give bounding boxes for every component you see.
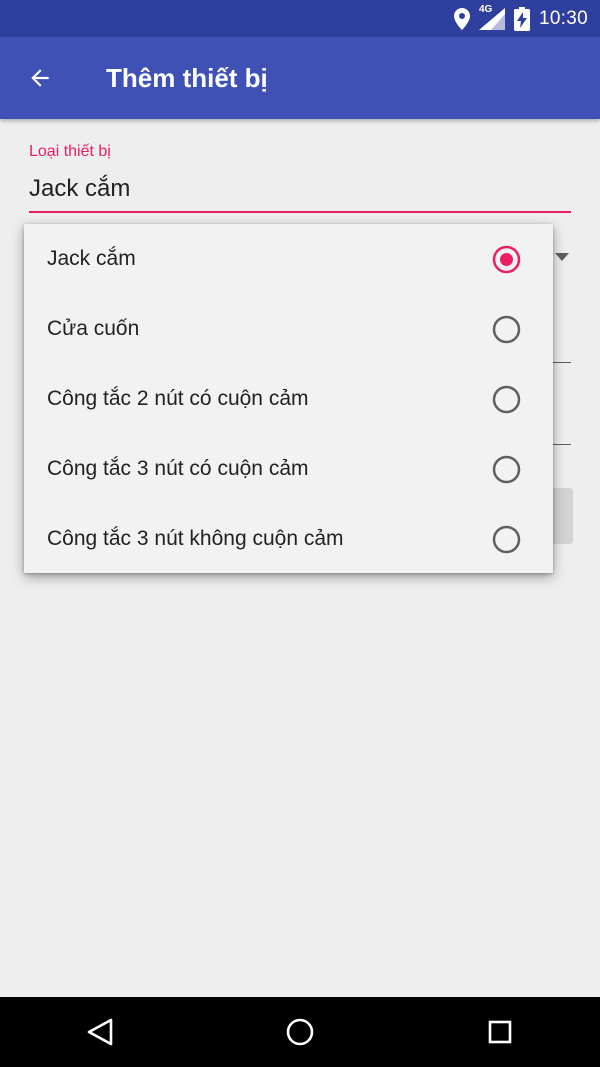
network-type-label: 4G xyxy=(478,3,493,15)
radio-checked-icon[interactable] xyxy=(492,245,521,274)
option-label: Công tắc 2 nút có cuộn cảm xyxy=(47,387,309,410)
arrow-back-icon xyxy=(31,69,49,87)
page-title: Thêm thiết bị xyxy=(106,63,268,93)
device-type-field[interactable]: Jack cắm xyxy=(29,175,130,203)
status-bar: 4G 10:30 xyxy=(0,0,600,37)
dropdown-option-cong-tac-3-nut-khong[interactable]: Công tắc 3 nút không cuộn cảm xyxy=(24,504,553,574)
navigation-bar xyxy=(0,997,600,1067)
option-label: Jack cắm xyxy=(47,247,136,270)
back-triangle-icon xyxy=(87,1018,113,1046)
back-button[interactable] xyxy=(16,54,64,102)
device-type-underline xyxy=(29,211,571,213)
nav-back-button[interactable] xyxy=(55,1002,145,1062)
device-type-dropdown: Jack cắm Cửa cuốn Công tắc 2 nút có cuộn… xyxy=(24,224,553,573)
device-type-label: Loại thiết bị xyxy=(29,143,111,160)
status-time: 10:30 xyxy=(538,7,588,29)
location-icon xyxy=(453,7,470,30)
signal-icon: 4G xyxy=(478,4,505,30)
recents-square-icon xyxy=(488,1020,512,1044)
dropdown-arrow-icon[interactable] xyxy=(554,252,570,262)
battery-charging-icon xyxy=(513,6,530,31)
option-label: Công tắc 3 nút không cuộn cảm xyxy=(47,527,344,550)
dropdown-option-cong-tac-3-nut-co[interactable]: Công tắc 3 nút có cuộn cảm xyxy=(24,434,553,504)
radio-unchecked-icon[interactable] xyxy=(492,525,521,554)
app-bar: Thêm thiết bị xyxy=(0,37,600,119)
dropdown-option-cong-tac-2-nut[interactable]: Công tắc 2 nút có cuộn cảm xyxy=(24,364,553,434)
nav-recents-button[interactable] xyxy=(455,1002,545,1062)
home-circle-icon xyxy=(286,1018,314,1046)
nav-home-button[interactable] xyxy=(255,1002,345,1062)
radio-unchecked-icon[interactable] xyxy=(492,315,521,344)
dropdown-option-jack-cam[interactable]: Jack cắm xyxy=(24,224,553,294)
radio-unchecked-icon[interactable] xyxy=(492,455,521,484)
option-label: Công tắc 3 nút có cuộn cảm xyxy=(47,457,309,480)
dropdown-option-cua-cuon[interactable]: Cửa cuốn xyxy=(24,294,553,364)
option-label: Cửa cuốn xyxy=(47,317,140,340)
radio-unchecked-icon[interactable] xyxy=(492,385,521,414)
